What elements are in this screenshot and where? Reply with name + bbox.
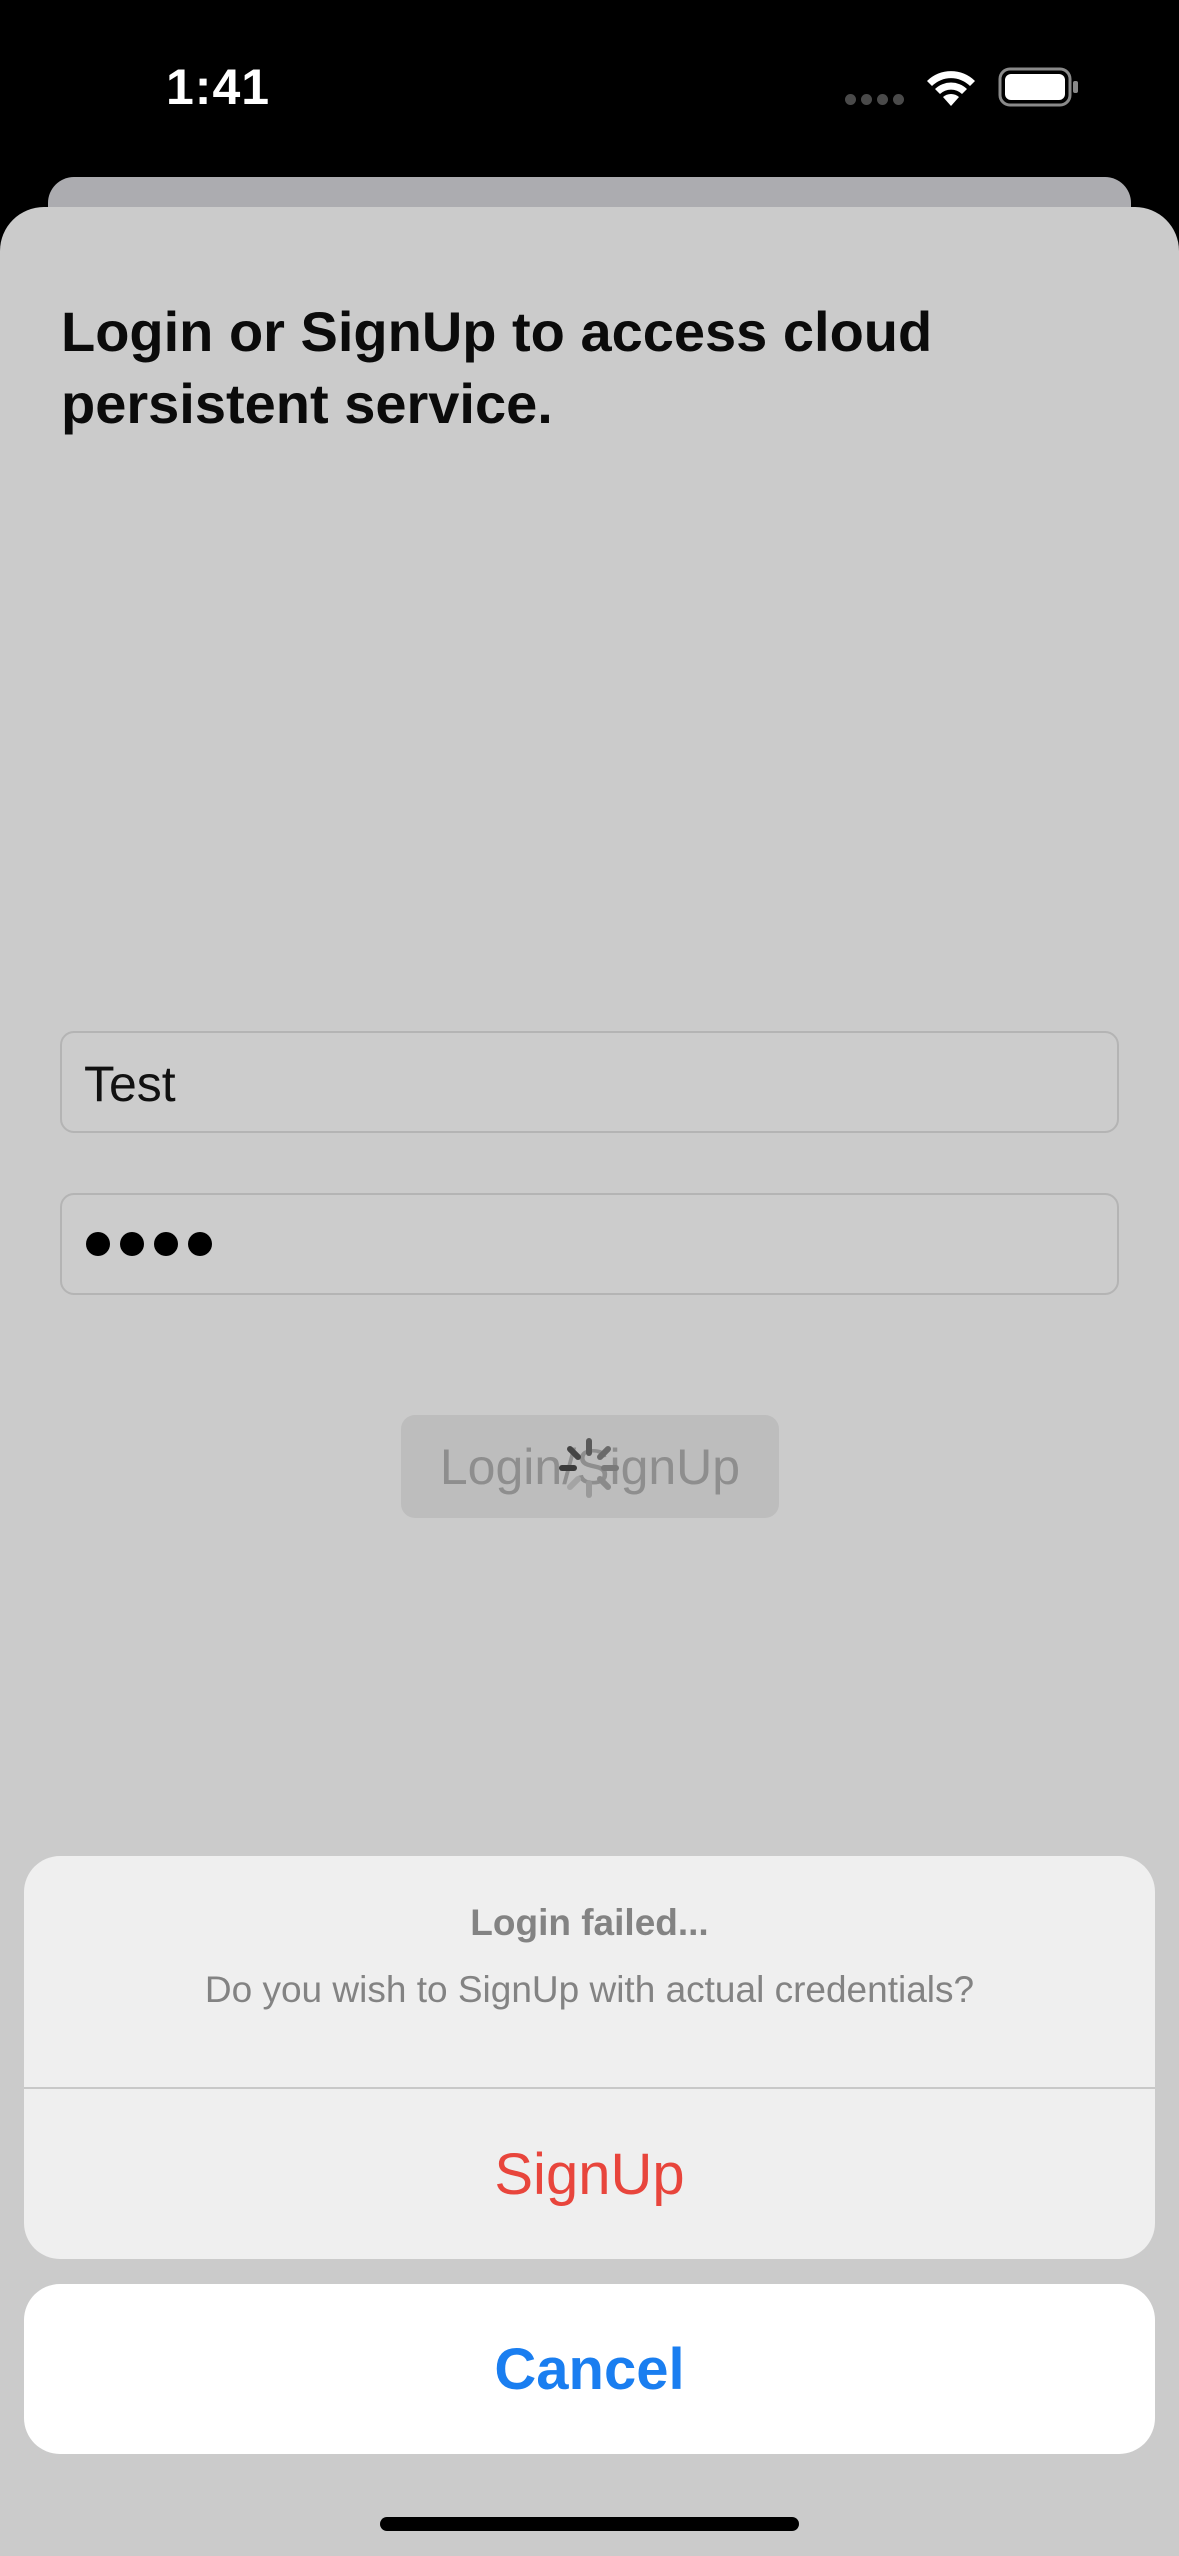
password-mask [86, 1232, 212, 1260]
status-time: 1:41 [166, 59, 271, 115]
password-field[interactable] [60, 1193, 1119, 1295]
status-bar: 1:41 [0, 0, 1179, 175]
home-indicator[interactable] [380, 2517, 799, 2531]
wifi-icon [927, 71, 975, 106]
username-field[interactable]: Test [60, 1031, 1119, 1133]
username-value: Test [84, 1056, 176, 1112]
cancel-button[interactable]: Cancel [24, 2284, 1155, 2454]
action-sheet: Login failed... Do you wish to SignUp wi… [24, 1856, 1155, 2259]
login-signup-button[interactable]: Login/SignUp [401, 1415, 779, 1518]
activity-spinner-icon [559, 1438, 619, 1498]
battery-icon [998, 67, 1078, 107]
alert-title: Login failed... [470, 1902, 709, 1943]
page-title: Login or SignUp to access cloud persiste… [61, 300, 933, 435]
alert-header: Login failed... Do you wish to SignUp wi… [24, 1856, 1155, 2087]
signup-button[interactable]: SignUp [24, 2089, 1155, 2259]
alert-message: Do you wish to SignUp with actual creden… [204, 1969, 975, 2010]
cellular-dots-icon [845, 94, 905, 106]
